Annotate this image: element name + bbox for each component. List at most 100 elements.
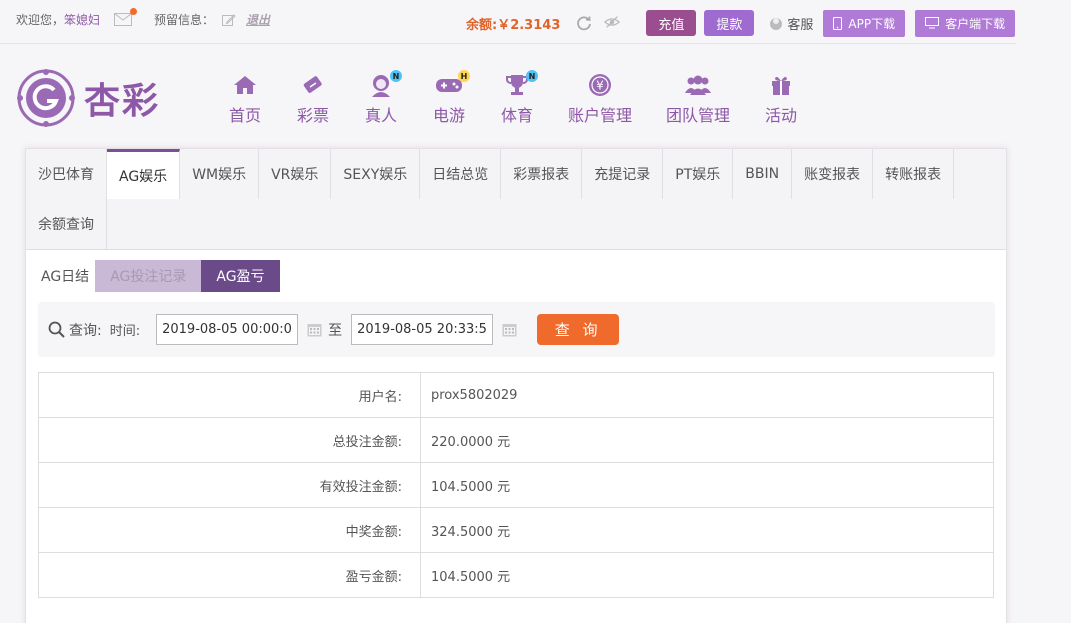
username-link[interactable]: 笨媳妇 — [64, 11, 100, 28]
tab-account-change-report[interactable]: 账变报表 — [792, 149, 874, 199]
field-label: 总投注金额: — [38, 417, 421, 463]
recharge-button[interactable]: 充值 — [646, 10, 697, 36]
app-download-button[interactable]: APP下载 — [823, 9, 906, 37]
nav-item-home[interactable]: 首页 — [228, 72, 262, 126]
site-logo[interactable]: 杏彩 — [16, 68, 160, 128]
gamepad-icon: H — [432, 70, 470, 98]
main-nav: 首页 彩票 N 真人 H 电游 N 体育 ¥ 账户管理 团队管理 活动 — [228, 70, 832, 126]
report-tabs: 沙巴体育 AG娱乐 WM娱乐 VR娱乐 SEXY娱乐 日结总览 彩票报表 充提记… — [26, 149, 1006, 250]
end-time-input[interactable] — [351, 314, 494, 345]
edit-icon[interactable] — [222, 13, 236, 27]
tab-sexy-entertainment[interactable]: SEXY娱乐 — [331, 149, 421, 199]
dealer-icon: N — [364, 70, 402, 98]
sub-tabs: AG日结 AG投注记录 AG盈亏 — [35, 260, 280, 292]
svg-text:¥: ¥ — [596, 79, 604, 93]
logo-text: 杏彩 — [84, 80, 161, 122]
tab-bbin[interactable]: BBIN — [733, 149, 793, 199]
nav-label: 真人 — [364, 106, 397, 125]
trophy-icon: N — [500, 70, 538, 98]
phone-icon — [833, 16, 843, 30]
field-value: prox5802029 — [420, 372, 994, 418]
client-download-button[interactable]: 客户端下载 — [915, 9, 1016, 37]
query-label: 查询: — [69, 322, 102, 339]
nav-item-account[interactable]: ¥ 账户管理 — [568, 72, 632, 126]
nav-label: 活动 — [765, 106, 798, 125]
report-panel: 沙巴体育 AG娱乐 WM娱乐 VR娱乐 SEXY娱乐 日结总览 彩票报表 充提记… — [25, 148, 1007, 623]
nav-item-lottery[interactable]: 彩票 — [296, 72, 330, 126]
nav-label: 彩票 — [296, 106, 329, 125]
tab-saba-sports[interactable]: 沙巴体育 — [26, 149, 107, 199]
team-icon — [681, 72, 715, 98]
nav-label: 团队管理 — [666, 106, 731, 125]
hot-badge: H — [458, 70, 470, 82]
field-value: 220.0000 元 — [420, 417, 994, 463]
tab-deposit-withdraw-record[interactable]: 充提记录 — [582, 149, 664, 199]
tab-ag-entertainment[interactable]: AG娱乐 — [107, 149, 181, 199]
field-label: 盈亏金额: — [38, 552, 421, 598]
nav-item-egames[interactable]: H 电游 — [432, 70, 470, 126]
table-row: 盈亏金额: 104.5000 元 — [38, 552, 994, 598]
monitor-icon — [925, 17, 940, 29]
start-time-input[interactable] — [156, 314, 299, 345]
withdraw-button[interactable]: 提款 — [704, 10, 755, 36]
logo-emblem-icon — [17, 69, 75, 127]
reserve-info-label: 预留信息： — [154, 13, 215, 27]
headset-icon — [770, 18, 783, 30]
to-label: 至 — [328, 322, 343, 339]
subtab-ag-bet-record[interactable]: AG投注记录 — [95, 260, 202, 292]
user-info: 欢迎您， 笨媳妇 预留信息： 退出 — [16, 8, 270, 28]
unread-dot — [130, 8, 138, 15]
top-bar: 欢迎您， 笨媳妇 预留信息： 退出 余额: ￥2.3143 充值 提款 客服 A… — [0, 0, 1016, 44]
logout-link[interactable]: 退出 — [246, 11, 270, 28]
tab-wm-entertainment[interactable]: WM娱乐 — [180, 149, 260, 199]
tab-daily-overview[interactable]: 日结总览 — [420, 149, 502, 199]
tab-pt-entertainment[interactable]: PT娱乐 — [663, 149, 734, 199]
nav-item-promotions[interactable]: 活动 — [764, 72, 798, 126]
calendar-icon[interactable] — [307, 322, 322, 337]
nav-item-team[interactable]: 团队管理 — [666, 72, 730, 126]
field-label: 用户名: — [38, 372, 421, 418]
nav-item-live[interactable]: N 真人 — [364, 70, 402, 126]
tab-balance-query[interactable]: 余额查询 — [26, 199, 107, 249]
refresh-icon[interactable] — [576, 15, 592, 31]
customer-service-label: 客服 — [787, 17, 814, 33]
tab-transfer-report[interactable]: 转账报表 — [873, 149, 955, 199]
nav-label: 体育 — [500, 106, 533, 125]
account-actions: 余额: ￥2.3143 充值 提款 客服 APP下载 客户端下载 — [466, 9, 1016, 37]
nav-label: 账户管理 — [568, 106, 633, 125]
yen-coin-icon: ¥ — [583, 72, 617, 98]
nav-label: 首页 — [228, 106, 261, 125]
gift-icon — [764, 72, 798, 98]
subtab-ag-profit-loss[interactable]: AG盈亏 — [201, 260, 280, 292]
customer-service-link[interactable]: 客服 — [768, 14, 813, 33]
nav-item-sports[interactable]: N 体育 — [500, 70, 538, 126]
new-badge: N — [390, 70, 402, 82]
nav-label: 电游 — [432, 106, 465, 125]
search-icon — [48, 321, 65, 338]
table-row: 用户名: prox5802029 — [38, 372, 994, 418]
query-bar: 查询: 时间: 至 查 询 — [38, 302, 995, 357]
profit-loss-table: 用户名: prox5802029 总投注金额: 220.0000 元 有效投注金… — [38, 372, 994, 598]
ticket-icon — [296, 72, 330, 98]
query-button[interactable]: 查 询 — [537, 314, 620, 345]
field-label: 中奖金额: — [38, 507, 421, 553]
field-value: 104.5000 元 — [420, 552, 994, 598]
field-value: 324.5000 元 — [420, 507, 994, 553]
balance-label: 余额: — [466, 17, 498, 33]
time-label: 时间: — [109, 324, 141, 339]
home-icon — [228, 72, 262, 98]
table-row: 有效投注金额: 104.5000 元 — [38, 462, 994, 508]
field-value: 104.5000 元 — [420, 462, 994, 508]
field-label: 有效投注金额: — [38, 462, 421, 508]
app-download-label: APP下载 — [848, 16, 896, 31]
mail-icon[interactable] — [114, 8, 138, 26]
welcome-text: 欢迎您， — [16, 13, 65, 27]
hide-balance-icon[interactable] — [604, 15, 621, 31]
table-row: 中奖金额: 324.5000 元 — [38, 507, 994, 553]
tab-vr-entertainment[interactable]: VR娱乐 — [259, 149, 332, 199]
new-badge: N — [526, 70, 538, 82]
subtab-ag-daily[interactable]: AG日结 — [35, 260, 95, 292]
calendar-icon[interactable] — [502, 322, 517, 337]
balance-value: ￥2.3143 — [497, 17, 561, 33]
tab-lottery-report[interactable]: 彩票报表 — [501, 149, 583, 199]
